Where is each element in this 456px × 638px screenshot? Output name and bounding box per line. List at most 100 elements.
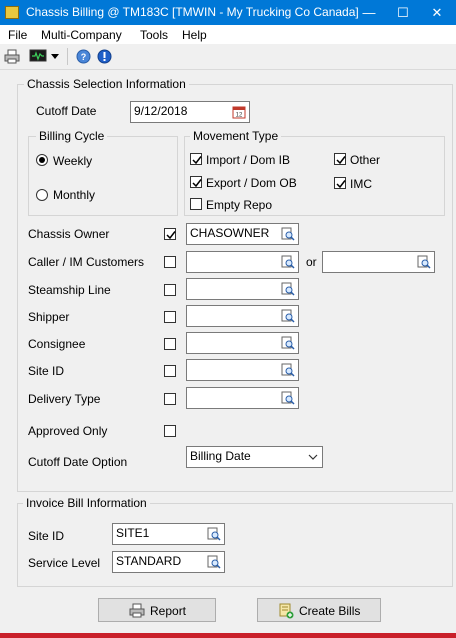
check-icon	[192, 156, 202, 165]
chassis-owner-checkbox[interactable]	[164, 228, 176, 240]
movement-type-label: Movement Type	[190, 129, 282, 143]
weekly-radio[interactable]	[36, 154, 48, 166]
maximize-button[interactable]: ☐	[386, 0, 420, 25]
title-bar: Chassis Billing @ TM183C [TMWIN - My Tru…	[0, 0, 456, 25]
lookup-icon[interactable]	[281, 255, 295, 269]
export-dom-ob-checkbox[interactable]	[190, 176, 202, 188]
empty-repo-label: Empty Repo	[206, 198, 273, 212]
delivery-type-label: Delivery Type	[28, 392, 101, 406]
window-title: Chassis Billing @ TM183C [TMWIN - My Tru…	[26, 5, 359, 19]
chevron-down-icon	[308, 454, 318, 460]
invoice-site-id-field[interactable]: SITE1	[112, 523, 225, 545]
report-button-label: Report	[150, 604, 187, 618]
site-id-label: Site ID	[28, 364, 65, 378]
app-icon	[5, 6, 19, 19]
billing-cycle-group	[28, 136, 178, 216]
import-dom-ib-checkbox[interactable]	[190, 153, 202, 165]
steamship-line-label: Steamship Line	[28, 283, 111, 297]
other-label: Other	[350, 153, 381, 167]
bottom-accent-bar	[0, 633, 456, 638]
check-icon	[192, 179, 202, 188]
invoice-site-id-value: SITE1	[116, 526, 150, 540]
lookup-icon[interactable]	[281, 282, 295, 296]
consignee-checkbox[interactable]	[164, 338, 176, 350]
menu-tools[interactable]: Tools	[140, 28, 168, 42]
consignee-field[interactable]	[186, 332, 299, 354]
menu-multi-company[interactable]: Multi-Company	[41, 28, 122, 42]
service-level-value: STANDARD	[116, 554, 182, 568]
chassis-owner-field[interactable]: CHASOWNER	[186, 223, 299, 245]
lookup-icon[interactable]	[281, 309, 295, 323]
caller-im-customers-checkbox[interactable]	[164, 256, 176, 268]
chassis-owner-value: CHASOWNER	[190, 226, 270, 240]
monthly-radio[interactable]	[36, 189, 48, 201]
monthly-label: Monthly	[53, 188, 96, 202]
billing-cycle-label: Billing Cycle	[36, 129, 108, 143]
svg-text:?: ?	[81, 52, 87, 62]
service-level-label: Service Level	[28, 556, 101, 570]
invoice-bill-label: Invoice Bill Information	[23, 496, 150, 510]
chassis-selection-label: Chassis Selection Information	[24, 77, 189, 91]
delivery-type-checkbox[interactable]	[164, 393, 176, 405]
caller-im-customers-field[interactable]	[186, 251, 299, 273]
create-bills-button-label: Create Bills	[299, 604, 361, 618]
steamship-line-checkbox[interactable]	[164, 284, 176, 296]
info-icon[interactable]	[97, 49, 112, 64]
monitor-icon[interactable]	[29, 49, 47, 64]
shipper-checkbox[interactable]	[164, 311, 176, 323]
cutoff-date-field[interactable]: 9/12/2018 12	[130, 101, 250, 123]
approved-only-label: Approved Only	[28, 424, 108, 438]
svg-text:12: 12	[236, 113, 243, 119]
create-bills-icon	[279, 603, 294, 619]
export-dom-ob-label: Export / Dom OB	[206, 176, 297, 190]
lookup-icon[interactable]	[281, 363, 295, 377]
invoice-bill-group	[17, 503, 453, 587]
printer-icon[interactable]	[4, 49, 20, 64]
help-icon[interactable]: ?	[76, 49, 91, 64]
menu-help[interactable]: Help	[182, 28, 207, 42]
lookup-icon[interactable]	[281, 227, 295, 241]
empty-repo-checkbox[interactable]	[190, 198, 202, 210]
lookup-icon[interactable]	[281, 391, 295, 405]
or-label: or	[306, 255, 317, 269]
report-button[interactable]: Report	[98, 598, 216, 622]
steamship-line-field[interactable]	[186, 278, 299, 300]
cutoff-date-label: Cutoff Date	[36, 104, 97, 118]
caller-im-customers-label: Caller / IM Customers	[28, 255, 145, 269]
site-id-checkbox[interactable]	[164, 365, 176, 377]
invoice-site-id-label: Site ID	[28, 529, 65, 543]
shipper-field[interactable]	[186, 305, 299, 327]
shipper-label: Shipper	[28, 310, 70, 324]
dropdown-arrow-icon[interactable]	[51, 54, 59, 59]
lookup-icon[interactable]	[281, 336, 295, 350]
close-button[interactable]: ✕	[420, 0, 454, 25]
chassis-owner-label: Chassis Owner	[28, 227, 110, 241]
toolbar: ?	[0, 44, 456, 70]
cutoff-date-option-value: Billing Date	[190, 449, 251, 463]
imc-label: IMC	[350, 177, 372, 191]
import-dom-ib-label: Import / Dom IB	[206, 153, 291, 167]
caller-im-customers-alt-field[interactable]	[322, 251, 435, 273]
lookup-icon[interactable]	[417, 255, 431, 269]
delivery-type-field[interactable]	[186, 387, 299, 409]
consignee-label: Consignee	[28, 337, 86, 351]
menu-bar: File Multi-Company Tools Help	[0, 25, 456, 44]
other-checkbox[interactable]	[334, 153, 346, 165]
menu-file[interactable]: File	[8, 28, 27, 42]
approved-only-checkbox[interactable]	[164, 425, 176, 437]
create-bills-button[interactable]: Create Bills	[257, 598, 381, 622]
check-icon	[336, 156, 346, 165]
minimize-button[interactable]: —	[352, 0, 386, 25]
site-id-field[interactable]	[186, 359, 299, 381]
cutoff-date-value: 9/12/2018	[134, 104, 188, 118]
cutoff-date-option-select[interactable]: Billing Date	[186, 446, 323, 468]
calendar-icon[interactable]: 12	[232, 105, 246, 119]
service-level-field[interactable]: STANDARD	[112, 551, 225, 573]
cutoff-date-option-label: Cutoff Date Option	[28, 455, 128, 469]
lookup-icon[interactable]	[207, 555, 221, 569]
toolbar-divider	[67, 48, 68, 65]
printer-icon	[129, 603, 145, 618]
imc-checkbox[interactable]	[334, 177, 346, 189]
weekly-label: Weekly	[53, 154, 93, 168]
lookup-icon[interactable]	[207, 527, 221, 541]
